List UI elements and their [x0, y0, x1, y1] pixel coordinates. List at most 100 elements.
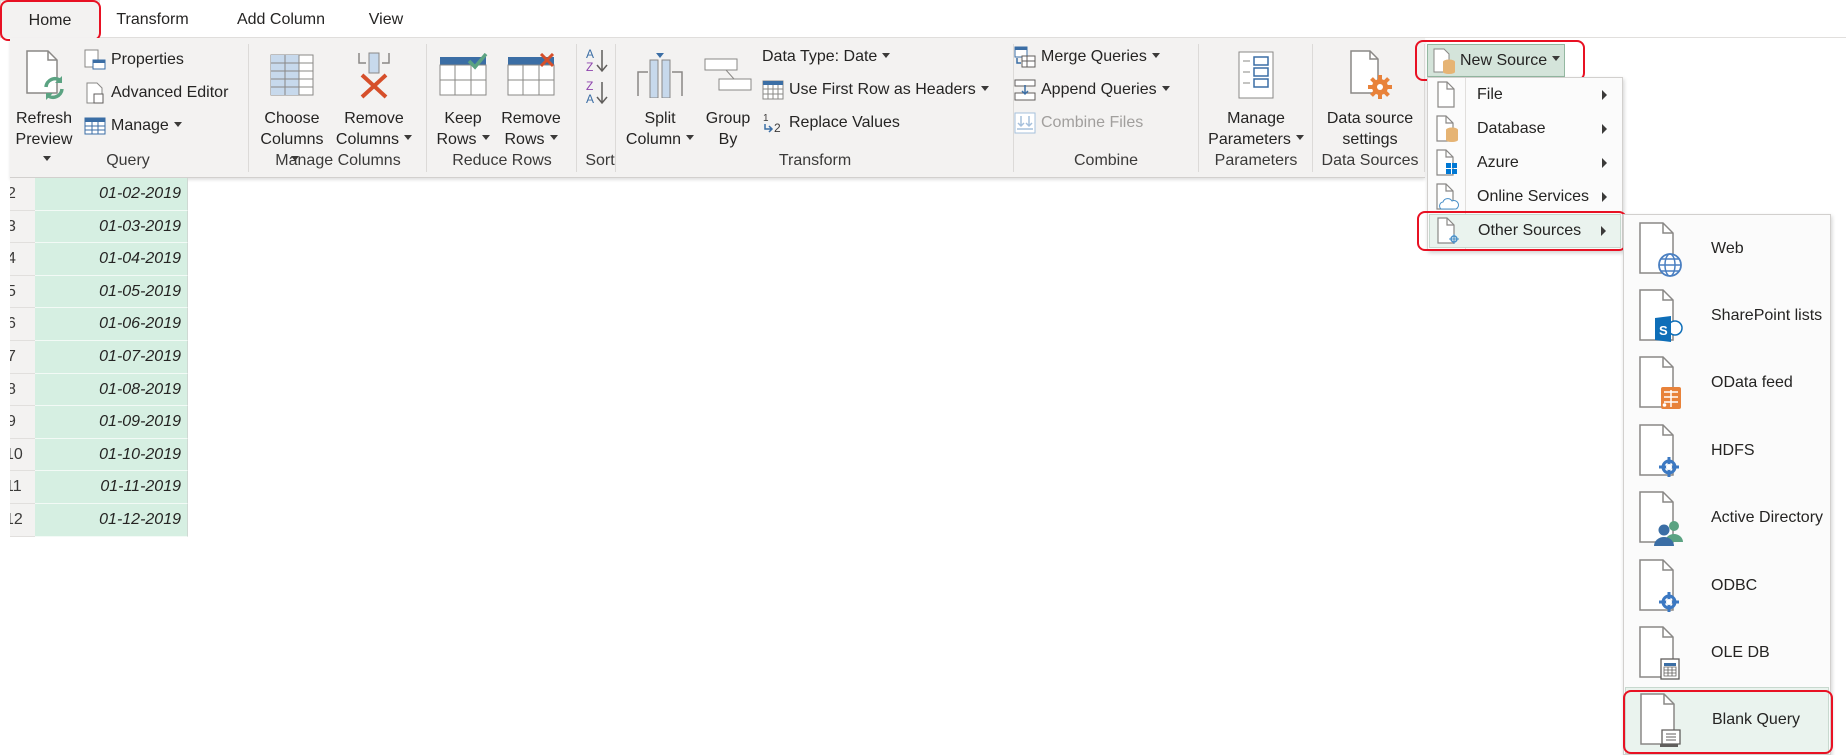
- date-cell[interactable]: 01-09-2019: [35, 406, 188, 439]
- group-separator: [1312, 44, 1313, 172]
- row-number[interactable]: 7: [10, 341, 35, 374]
- combine-files-label: Combine Files: [1041, 114, 1144, 131]
- tab-add-column[interactable]: Add Column: [222, 0, 340, 38]
- properties-icon: [84, 49, 106, 71]
- data-type-label: Data Type: Date: [762, 48, 878, 65]
- menu-item-database[interactable]: Database: [1429, 112, 1621, 146]
- online-services-icon: [1429, 183, 1465, 211]
- remove-rows-button[interactable]: Remove Rows: [496, 44, 566, 150]
- date-cell[interactable]: 01-04-2019: [35, 243, 188, 276]
- tab-view[interactable]: View: [355, 0, 417, 38]
- submenu-item-blank-query[interactable]: Blank Query: [1625, 686, 1829, 754]
- menu-item-label: Azure: [1477, 154, 1519, 171]
- table-row: 301-03-2019: [10, 210, 188, 244]
- ribbon: Refresh Preview Properties Advanced Edito…: [10, 38, 1425, 178]
- row-number[interactable]: 12: [10, 504, 35, 537]
- manage-button[interactable]: Manage: [84, 112, 182, 140]
- date-cell[interactable]: 01-02-2019: [35, 178, 188, 211]
- date-cell[interactable]: 01-11-2019: [35, 471, 188, 504]
- row-number[interactable]: 10: [10, 438, 35, 472]
- data-type-dropdown[interactable]: Data Type: Date: [762, 43, 891, 71]
- replace-values-icon: 12: [762, 112, 784, 134]
- submenu-item-web[interactable]: Web: [1625, 215, 1829, 282]
- ribbon-tabs: Home Transform Add Column View: [0, 0, 1846, 38]
- row-number[interactable]: 11: [10, 471, 35, 504]
- table-icon: [84, 115, 106, 137]
- group-by-button[interactable]: Group By: [700, 44, 756, 150]
- date-cell[interactable]: 01-03-2019: [35, 210, 188, 244]
- advanced-editor-icon: [84, 82, 106, 104]
- keep-rows-button[interactable]: Keep Rows: [434, 44, 492, 150]
- group-separator: [248, 44, 249, 172]
- group-separator: [1424, 44, 1425, 172]
- submenu-item-odbc[interactable]: ODBC: [1625, 552, 1829, 619]
- menu-item-other-sources[interactable]: Other Sources: [1429, 214, 1621, 248]
- append-queries-icon: [1014, 79, 1036, 101]
- row-number[interactable]: 5: [10, 275, 35, 309]
- new-source-icon: [1432, 48, 1456, 74]
- data-source-settings-button[interactable]: Data source settings: [1314, 44, 1426, 150]
- append-queries-button[interactable]: Append Queries: [1014, 76, 1170, 104]
- manage-parameters-button[interactable]: Manage Parameters: [1200, 44, 1312, 150]
- manage-parameters-icon: [1200, 44, 1312, 106]
- menu-item-azure[interactable]: Azure: [1429, 146, 1621, 180]
- new-source-menu: File Database Azure Online Services Othe…: [1427, 77, 1623, 251]
- menu-item-file[interactable]: File: [1429, 78, 1621, 112]
- group-label-reduce-rows: Reduce Rows: [452, 152, 552, 169]
- group-label-data-sources: Data Sources: [1321, 152, 1419, 169]
- submenu-item-sharepoint-lists[interactable]: S SharePoint lists: [1625, 282, 1829, 349]
- submenu-item-odata-feed[interactable]: OData feed: [1625, 350, 1829, 417]
- table-row: 1001-10-2019: [10, 438, 188, 472]
- remove-columns-icon: [334, 44, 414, 106]
- group-separator: [426, 44, 427, 172]
- svg-text:Z: Z: [586, 79, 593, 93]
- date-cell[interactable]: 01-05-2019: [35, 275, 188, 309]
- submenu-item-ole-db[interactable]: OLE DB: [1625, 619, 1829, 686]
- svg-text:2: 2: [774, 121, 781, 134]
- new-source-button[interactable]: New Source: [1427, 44, 1565, 77]
- append-queries-label: Append Queries: [1041, 81, 1157, 98]
- manage-label: Manage: [111, 117, 169, 134]
- combine-files-icon: [1014, 112, 1036, 134]
- sort-descending-button[interactable]: ZA: [584, 78, 610, 106]
- split-column-button[interactable]: Split Column: [622, 44, 698, 150]
- remove-columns-button[interactable]: Remove Columns: [334, 44, 414, 150]
- merge-queries-button[interactable]: Merge Queries: [1014, 43, 1160, 71]
- row-number[interactable]: 2: [10, 178, 35, 211]
- submenu-arrow-icon: [1601, 226, 1606, 236]
- date-cell[interactable]: 01-12-2019: [35, 504, 188, 537]
- svg-text:A: A: [586, 92, 594, 106]
- submenu-item-active-directory[interactable]: Active Directory: [1625, 485, 1829, 552]
- replace-values-button[interactable]: 12 Replace Values: [762, 109, 900, 137]
- row-number[interactable]: 6: [10, 308, 35, 341]
- menu-item-online-services[interactable]: Online Services: [1429, 180, 1621, 214]
- submenu-item-label: OData feed: [1711, 374, 1793, 392]
- new-source-label: New Source: [1460, 51, 1548, 69]
- row-number[interactable]: 3: [10, 210, 35, 244]
- properties-button[interactable]: Properties: [84, 46, 184, 74]
- row-number[interactable]: 8: [10, 373, 35, 407]
- tab-home[interactable]: Home: [0, 0, 100, 38]
- row-number[interactable]: 4: [10, 243, 35, 276]
- azure-icon: [1429, 149, 1465, 177]
- table-row: 801-08-2019: [10, 373, 188, 407]
- submenu-item-label: HDFS: [1711, 441, 1755, 459]
- submenu-arrow-icon: [1602, 124, 1607, 134]
- date-cell[interactable]: 01-06-2019: [35, 308, 188, 341]
- sort-ascending-button[interactable]: AZ: [584, 46, 610, 74]
- date-cell[interactable]: 01-07-2019: [35, 341, 188, 374]
- date-cell[interactable]: 01-10-2019: [35, 438, 188, 472]
- submenu-item-label: ODBC: [1711, 576, 1758, 594]
- database-icon: [1429, 115, 1465, 143]
- group-label-combine: Combine: [1073, 152, 1139, 169]
- submenu-item-label: Blank Query: [1712, 711, 1801, 729]
- use-first-row-as-headers-button[interactable]: Use First Row as Headers: [762, 76, 989, 104]
- advanced-editor-button[interactable]: Advanced Editor: [84, 79, 228, 107]
- combine-files-button[interactable]: Combine Files: [1014, 109, 1143, 137]
- date-cell[interactable]: 01-08-2019: [35, 373, 188, 407]
- submenu-arrow-icon: [1602, 158, 1607, 168]
- tab-transform[interactable]: Transform: [100, 0, 205, 38]
- submenu-item-hdfs[interactable]: HDFS: [1625, 417, 1829, 484]
- row-number[interactable]: 9: [10, 406, 35, 439]
- group-label-query: Query: [106, 152, 150, 169]
